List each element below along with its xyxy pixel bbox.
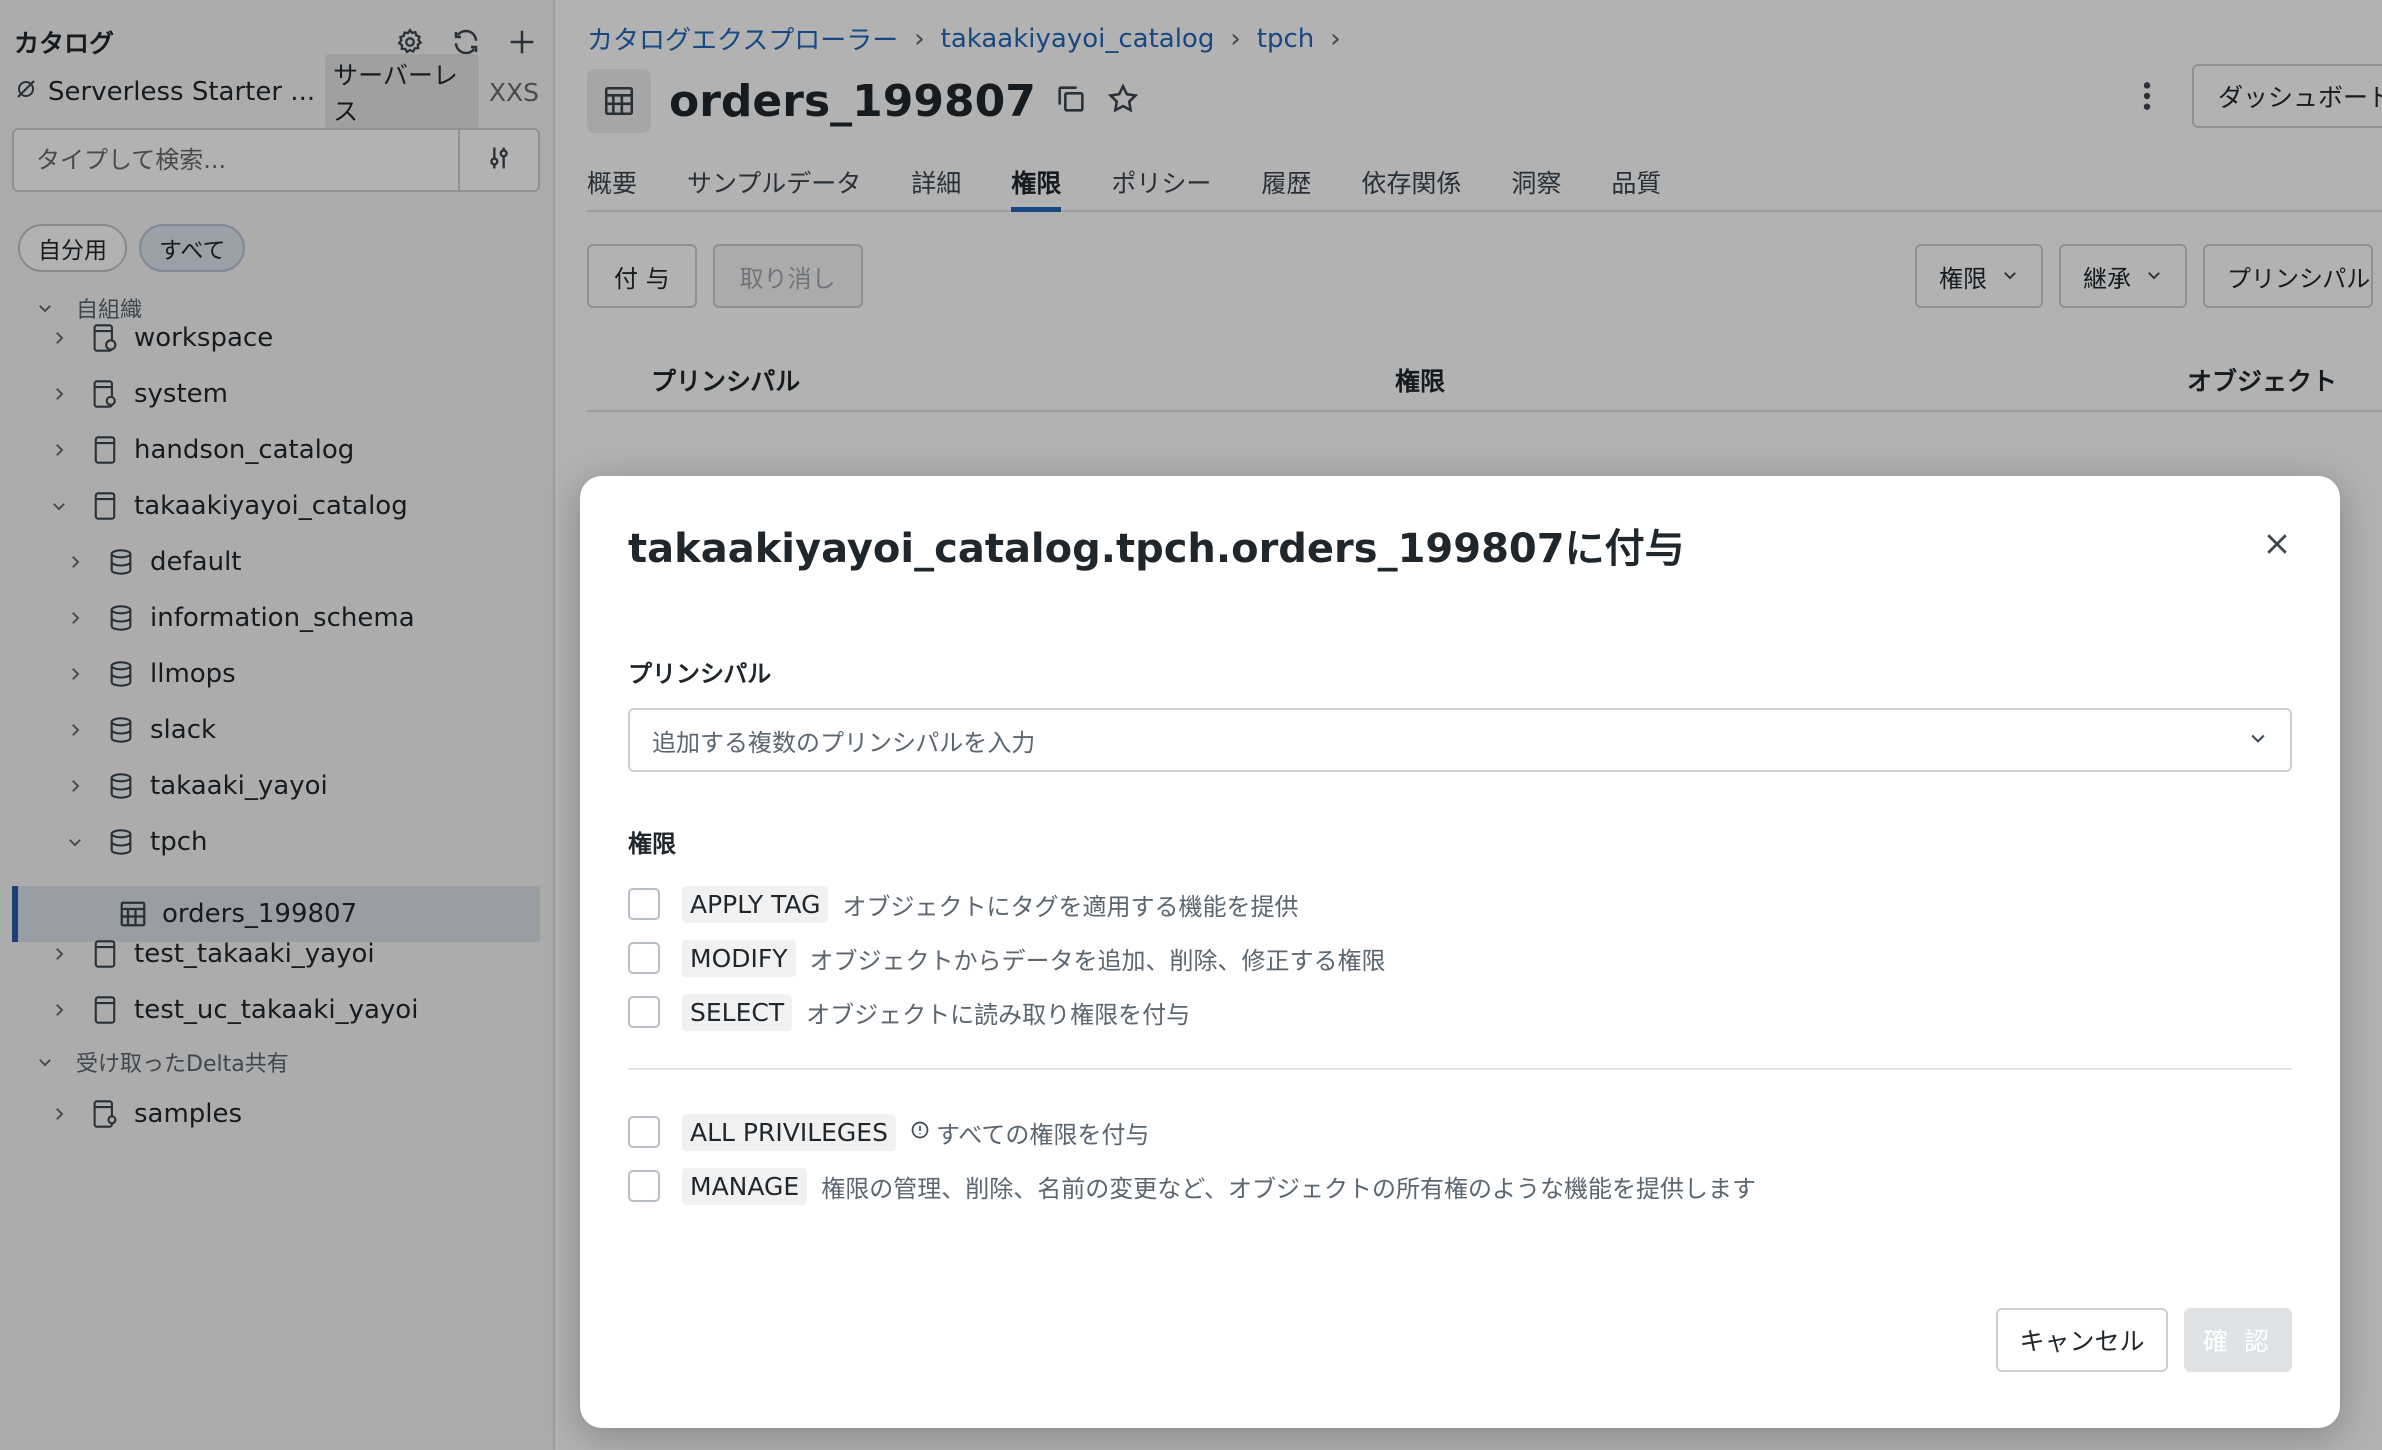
privilege-description: オブジェクトにタグを適用する機能を提供 (842, 892, 1299, 921)
principal-placeholder: 追加する複数のプリンシパルを入力 (652, 728, 1036, 757)
privileges-label: 権限 (628, 830, 676, 858)
apply-tag-checkbox[interactable] (628, 888, 660, 920)
privilege-option-apply-tag: APPLY TAG オブジェクトにタグを適用する機能を提供 (628, 882, 1298, 926)
grant-dialog: takaakiyayoi_catalog.tpch.orders_199807に… (580, 476, 2340, 1428)
privileges-divider (628, 1068, 2292, 1070)
privilege-description: 権限の管理、削除、名前の変更など、オブジェクトの所有権のような機能を提供します (821, 1174, 1757, 1203)
principal-label: プリンシパル (628, 660, 772, 688)
all-privileges-checkbox[interactable] (628, 1116, 660, 1148)
confirm-button[interactable]: 確 認 (2184, 1308, 2292, 1372)
privilege-code: ALL PRIVILEGES (682, 1113, 896, 1151)
close-icon[interactable] (2255, 522, 2299, 566)
principal-select[interactable]: 追加する複数のプリンシパルを入力 (628, 708, 2292, 772)
chevron-down-icon (2248, 726, 2268, 754)
modify-checkbox[interactable] (628, 942, 660, 974)
privilege-description: すべての権限を付与 (935, 1120, 1150, 1149)
privilege-option-manage: MANAGE 権限の管理、削除、名前の変更など、オブジェクトの所有権のような機能… (628, 1164, 1756, 1208)
privilege-option-modify: MODIFY オブジェクトからデータを追加、削除、修正する権限 (628, 936, 1386, 980)
dialog-title: takaakiyayoi_catalog.tpch.orders_199807に… (628, 526, 1685, 572)
privilege-description: オブジェクトに読み取り権限を付与 (806, 1000, 1191, 1029)
privilege-description: オブジェクトからデータを追加、削除、修正する権限 (809, 946, 1386, 975)
privilege-code: APPLY TAG (682, 885, 829, 923)
manage-checkbox[interactable] (628, 1170, 660, 1202)
privilege-code: MODIFY (682, 939, 796, 977)
privilege-code: MANAGE (682, 1167, 808, 1205)
privilege-option-select: SELECT オブジェクトに読み取り権限を付与 (628, 990, 1190, 1034)
privilege-code: SELECT (682, 993, 793, 1031)
privilege-option-all-privileges: ALL PRIVILEGES すべての権限を付与 (628, 1110, 1149, 1154)
info-icon[interactable] (910, 1118, 930, 1146)
cancel-button[interactable]: キャンセル (1996, 1308, 2168, 1372)
select-checkbox[interactable] (628, 996, 660, 1028)
